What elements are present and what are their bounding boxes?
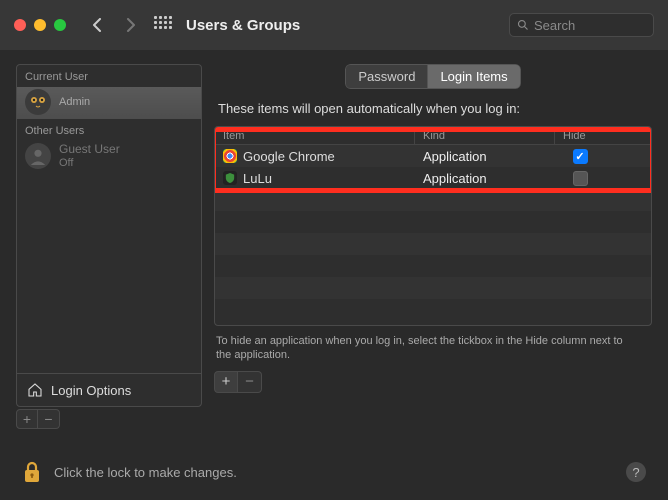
search-icon [517,19,529,31]
remove-login-item-button[interactable]: − [238,371,262,393]
remove-user-button[interactable]: − [38,409,60,429]
user-list: Current User Admin Other Users Guest Use… [16,64,202,374]
col-kind[interactable]: Kind [415,127,555,144]
current-user-section-label: Current User [17,65,201,87]
hide-checkbox[interactable] [573,149,588,164]
forward-button[interactable] [118,12,144,38]
tab-login-items[interactable]: Login Items [427,64,520,89]
add-user-button[interactable]: + [16,409,38,429]
sidebar-guest-user[interactable]: Guest User Off [17,141,201,173]
table-row [215,189,651,211]
fullscreen-window-button[interactable] [54,19,66,31]
close-window-button[interactable] [14,19,26,31]
window-controls [14,19,66,31]
main-pane: Password Login Items These items will op… [214,64,652,429]
chrome-icon [223,149,237,163]
table-row [215,211,651,233]
add-login-item-button[interactable]: + [214,371,238,393]
table-header: Item Kind Hide [215,127,651,145]
user-meta: Guest User Off [59,143,120,169]
other-users-section-label: Other Users [17,119,201,141]
window-title: Users & Groups [186,17,300,34]
table-row [215,233,651,255]
back-button[interactable] [84,12,110,38]
table-row [215,255,651,277]
item-kind: Application [415,149,555,164]
tab-group: Password Login Items [345,64,520,89]
table-row [215,299,651,321]
avatar [25,89,51,115]
table-row[interactable]: Google Chrome Application [215,145,651,167]
col-item[interactable]: Item [215,127,415,144]
hide-hint-text: To hide an application when you log in, … [216,334,636,363]
login-options-label: Login Options [51,383,131,398]
table-row [215,277,651,299]
avatar [25,143,51,169]
user-role: Admin [59,96,90,109]
sidebar: Current User Admin Other Users Guest Use… [16,64,202,429]
col-hide[interactable]: Hide [555,127,605,144]
home-icon [27,382,43,398]
table-body: Google Chrome Application LuLu Applicati… [215,145,651,321]
table-row[interactable]: LuLu Application [215,167,651,189]
item-name: LuLu [243,171,272,186]
login-items-instruction: These items will open automatically when… [218,101,652,116]
lock-icon[interactable] [22,460,42,484]
hide-checkbox[interactable] [573,171,588,186]
user-status: Off [59,157,120,170]
lock-hint-text: Click the lock to make changes. [54,465,237,480]
show-all-prefs-icon[interactable] [154,16,172,34]
lulu-icon [223,171,237,185]
tab-password[interactable]: Password [345,64,427,89]
item-name: Google Chrome [243,149,335,164]
user-name: Guest User [59,143,120,157]
search-placeholder: Search [534,18,575,33]
item-kind: Application [415,171,555,186]
titlebar: Users & Groups Search [0,0,668,50]
footer: Click the lock to make changes. ? [0,444,668,500]
user-meta: Admin [59,96,90,109]
minimize-window-button[interactable] [34,19,46,31]
help-button[interactable]: ? [626,462,646,482]
search-input[interactable]: Search [509,13,654,37]
sidebar-current-user[interactable]: Admin [17,87,201,119]
login-options-button[interactable]: Login Options [16,373,202,407]
login-items-table: Item Kind Hide Google Chrome Application [214,126,652,326]
